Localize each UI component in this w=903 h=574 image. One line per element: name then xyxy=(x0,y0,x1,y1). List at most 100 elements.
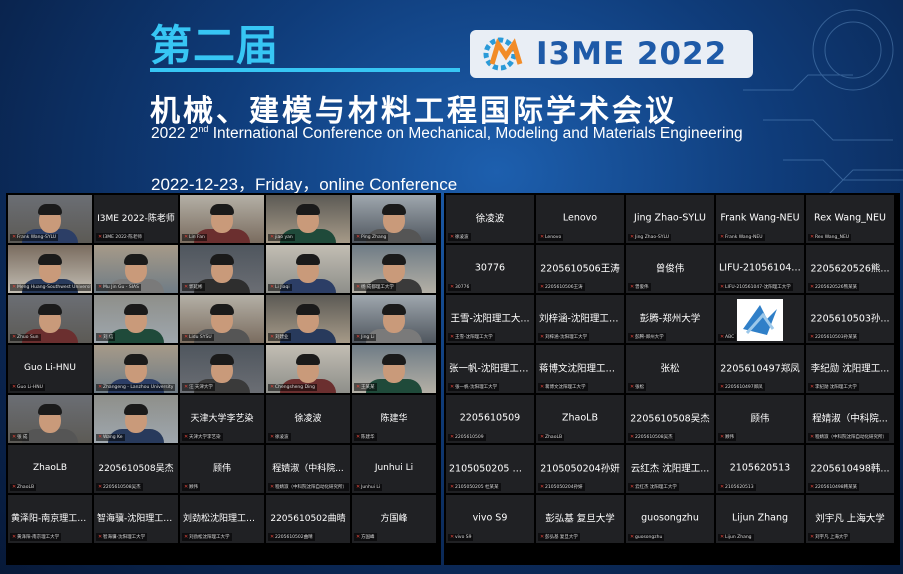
participant-tile[interactable]: ZhaoLB ✕ ZhaoLB xyxy=(536,395,624,443)
participant-tile[interactable]: 2205610497郑凤 ✕ 2205610497郑凤 xyxy=(716,345,804,393)
participant-tile[interactable]: ✕ Li Jiaqi xyxy=(266,245,350,293)
participant-tile[interactable]: 刘宇凡 上海大学 ✕ 刘宇凡 上海大学 xyxy=(806,495,894,543)
participant-tile[interactable]: ✕ Lin Fan xyxy=(180,195,264,243)
participant-display-name: LIFU-210561047... xyxy=(719,262,804,274)
participant-tile[interactable]: Rex Wang_NEU ✕ Rex Wang_NEU xyxy=(806,195,894,243)
participant-tile[interactable]: 程婧淑（中科院... ✕ 程婧淑（中科院沈阳自动化研究所） xyxy=(806,395,894,443)
participant-tile[interactable]: 陈建华 ✕ 陈建华 xyxy=(352,395,436,443)
participant-tile[interactable]: 2205610508吴杰 ✕ 2205610508吴杰 xyxy=(94,445,178,493)
participant-tile[interactable]: 黄泽阳-南京理工大学 ✕ 黄泽阳-南京理工大学 xyxy=(8,495,92,543)
participant-tile[interactable]: ✕ Chengsheng Ding xyxy=(266,345,350,393)
participant-tile[interactable]: ✕ Frank Wang-SYLU xyxy=(8,195,92,243)
participant-tile[interactable]: ✕ 汪 天津大学 xyxy=(180,345,264,393)
participant-tile[interactable]: ✕ Ping Zhang xyxy=(352,195,436,243)
participant-name-label: ✕ 彭腾-郑州大学 xyxy=(628,333,666,341)
participant-tile[interactable]: ZhaoLB ✕ ZhaoLB xyxy=(8,445,92,493)
participant-tile[interactable]: ✕ Lidu SYSU xyxy=(180,295,264,343)
participant-tile[interactable]: 王雪-沈阳理工大... ✕ 王雪-沈阳理工大学 xyxy=(446,295,534,343)
participant-tile[interactable]: ✕ ABC xyxy=(716,295,804,343)
participant-tile[interactable]: 徐凌波 ✕ 徐凌波 xyxy=(266,395,350,443)
participant-label-text: 方国峰 xyxy=(361,535,375,540)
participant-name-label: ✕ 刘梓涵-沈阳理工大学 xyxy=(538,333,590,341)
participant-display-name: 2205610506王涛 xyxy=(540,263,620,275)
mic-muted-icon: ✕ xyxy=(810,533,815,540)
participant-tile[interactable]: 2205610509 ✕ 2205610509 xyxy=(446,395,534,443)
mic-muted-icon: ✕ xyxy=(540,533,545,540)
participant-tile[interactable]: 程婧淑（中科院... ✕ 程婧淑（中科院沈阳自动化研究所） xyxy=(266,445,350,493)
participant-hair xyxy=(210,304,234,315)
participant-tile[interactable]: 2205610502曲晴 ✕ 2205610502曲晴 xyxy=(266,495,350,543)
participant-tile[interactable]: ✕ Jing Li xyxy=(352,295,436,343)
participant-tile[interactable]: 云红杰 沈阳理工... ✕ 云红杰 沈阳理工大学 xyxy=(626,445,714,493)
participant-tile[interactable]: ✕ Zhuo Sun xyxy=(8,295,92,343)
participant-tile[interactable]: 李纪勋 沈阳理工... ✕ 李纪勋 沈阳理工大学 xyxy=(806,345,894,393)
mic-muted-icon: ✕ xyxy=(270,284,275,290)
participant-label-text: vivo S9 xyxy=(455,535,472,540)
participant-tile[interactable]: ✕ Zhangeng - Lanzhou University xyxy=(94,345,178,393)
participant-tile[interactable]: 蒋博文沈阳理工大学 ✕ 蒋博文沈阳理工大学 xyxy=(536,345,624,393)
participant-tile[interactable]: 彭弘基 复旦大学 ✕ 彭弘基 复旦大学 xyxy=(536,495,624,543)
participant-tile[interactable]: 刘劲松沈阳理工大学 ✕ 刘劲松沈阳理工大学 xyxy=(180,495,264,543)
participant-tile[interactable]: 智海骥-沈阳理工大学 ✕ 智海骥-沈阳理工大学 xyxy=(94,495,178,543)
participant-tile[interactable]: 2205620526熊... ✕ 2205620526熊某某 xyxy=(806,245,894,293)
mic-muted-icon: ✕ xyxy=(98,284,103,290)
participant-tile[interactable]: 彭腾-郑州大学 ✕ 彭腾-郑州大学 xyxy=(626,295,714,343)
participant-label-text: Lin Fan xyxy=(189,235,205,240)
participant-name-label: ✕ vivo S9 xyxy=(448,534,474,541)
mic-muted-icon: ✕ xyxy=(720,534,725,540)
participant-label-text: 杨 成都理工大学 xyxy=(361,285,394,290)
participant-hair xyxy=(124,254,148,265)
participant-tile[interactable]: ✕ 郭延彬 xyxy=(180,245,264,293)
participant-tile[interactable]: 张松 ✕ 张松 xyxy=(626,345,714,393)
participant-tile[interactable]: 徐凌波 ✕ 徐凌波 xyxy=(446,195,534,243)
participant-tile[interactable]: ✕ 刘 信 xyxy=(94,295,178,343)
participant-tile[interactable]: Guo Li-HNU ✕ Guo Li-HNU xyxy=(8,345,92,393)
participant-tile[interactable]: 2105050204孙妍 ✕ 2105050204孙妍 xyxy=(536,445,624,493)
participant-display-name: 2105620513 xyxy=(729,462,791,474)
participant-tile[interactable]: 2105620513 ✕ 2105620513 xyxy=(716,445,804,493)
participant-tile[interactable]: ✕ 刘建业 xyxy=(266,295,350,343)
participant-tile[interactable]: Frank Wang-NEU ✕ Frank Wang-NEU xyxy=(716,195,804,243)
participant-tile[interactable]: 顾伟 ✕ 顾伟 xyxy=(180,445,264,493)
participant-tile[interactable]: vivo S9 ✕ vivo S9 xyxy=(446,495,534,543)
participant-tile[interactable]: 2205610503孙... ✕ 2205610503孙某某 xyxy=(806,295,894,343)
participant-tile[interactable]: ✕ 杨 成都理工大学 xyxy=(352,245,436,293)
participant-display-name: 彭腾-郑州大学 xyxy=(639,313,701,325)
participant-tile[interactable]: 刘梓涵-沈阳理工大学 ✕ 刘梓涵-沈阳理工大学 xyxy=(536,295,624,343)
participant-tile[interactable]: ✕ jiao yan xyxy=(266,195,350,243)
participant-label-text: Zhangeng - Lanzhou University xyxy=(103,385,174,390)
participant-tile[interactable]: LIFU-210561047... ✕ LIFU-210561047-沈阳理工大学 xyxy=(716,245,804,293)
participant-label-text: Li Jiaqi xyxy=(275,285,290,290)
participant-tile[interactable]: ✕ Mu Jin Gu - SIAS xyxy=(94,245,178,293)
participant-tile[interactable]: 顾伟 ✕ 顾伟 xyxy=(716,395,804,443)
participant-tile[interactable]: Lenovo ✕ Lenovo xyxy=(536,195,624,243)
participant-tile[interactable]: ✕ 王某某 xyxy=(352,345,436,393)
participant-label-text: 曾俊伟 xyxy=(635,285,649,290)
mic-muted-icon: ✕ xyxy=(810,383,815,390)
participant-tile[interactable]: ✕ Wang Ke xyxy=(94,395,178,443)
participant-tile[interactable]: Lijun Zhang ✕ Lijun Zhang xyxy=(716,495,804,543)
mic-muted-icon: ✕ xyxy=(810,283,815,290)
mic-muted-icon: ✕ xyxy=(270,533,275,540)
participant-tile[interactable]: Jing Zhao-SYLU ✕ Jing Zhao-SYLU xyxy=(626,195,714,243)
participant-tile[interactable]: 张一帆-沈阳理工大... ✕ 张一帆-沈阳理工大学 xyxy=(446,345,534,393)
mic-muted-icon: ✕ xyxy=(720,283,725,290)
participant-tile[interactable]: 方国峰 ✕ 方国峰 xyxy=(352,495,436,543)
participant-label-text: I3ME 2022-陈老师 xyxy=(103,235,142,240)
participant-tile[interactable]: ✕ 张 成 xyxy=(8,395,92,443)
mic-muted-icon: ✕ xyxy=(270,483,275,490)
participant-display-name: ZhaoLB xyxy=(562,412,598,424)
participant-tile[interactable]: 2205610498韩... ✕ 2205610498韩某某 xyxy=(806,445,894,493)
participant-tile[interactable]: 30776 ✕ 30776 xyxy=(446,245,534,293)
participant-tile[interactable]: 2205610506王涛 ✕ 2205610506王涛 xyxy=(536,245,624,293)
participant-name-label: ✕ 刘劲松沈阳理工大学 xyxy=(182,533,232,541)
participant-tile[interactable]: ✕ Meng Huang-Southwest University xyxy=(8,245,92,293)
participant-tile[interactable]: 2205610508吴杰 ✕ 2205610508吴杰 xyxy=(626,395,714,443)
participant-tile[interactable]: guosongzhu ✕ guosongzhu xyxy=(626,495,714,543)
participant-tile[interactable]: I3ME 2022-陈老师 ✕ I3ME 2022-陈老师 xyxy=(94,195,178,243)
participant-tile[interactable]: 天津大学李艺染 ✕ 天津大学李艺染 xyxy=(180,395,264,443)
participant-tile[interactable]: 曾俊伟 ✕ 曾俊伟 xyxy=(626,245,714,293)
participant-tile[interactable]: 2105050205 杜... ✕ 2105050205 杜某某 xyxy=(446,445,534,493)
participant-hair xyxy=(210,204,234,215)
participant-tile[interactable]: Junhui Li ✕ Junhui Li xyxy=(352,445,436,493)
